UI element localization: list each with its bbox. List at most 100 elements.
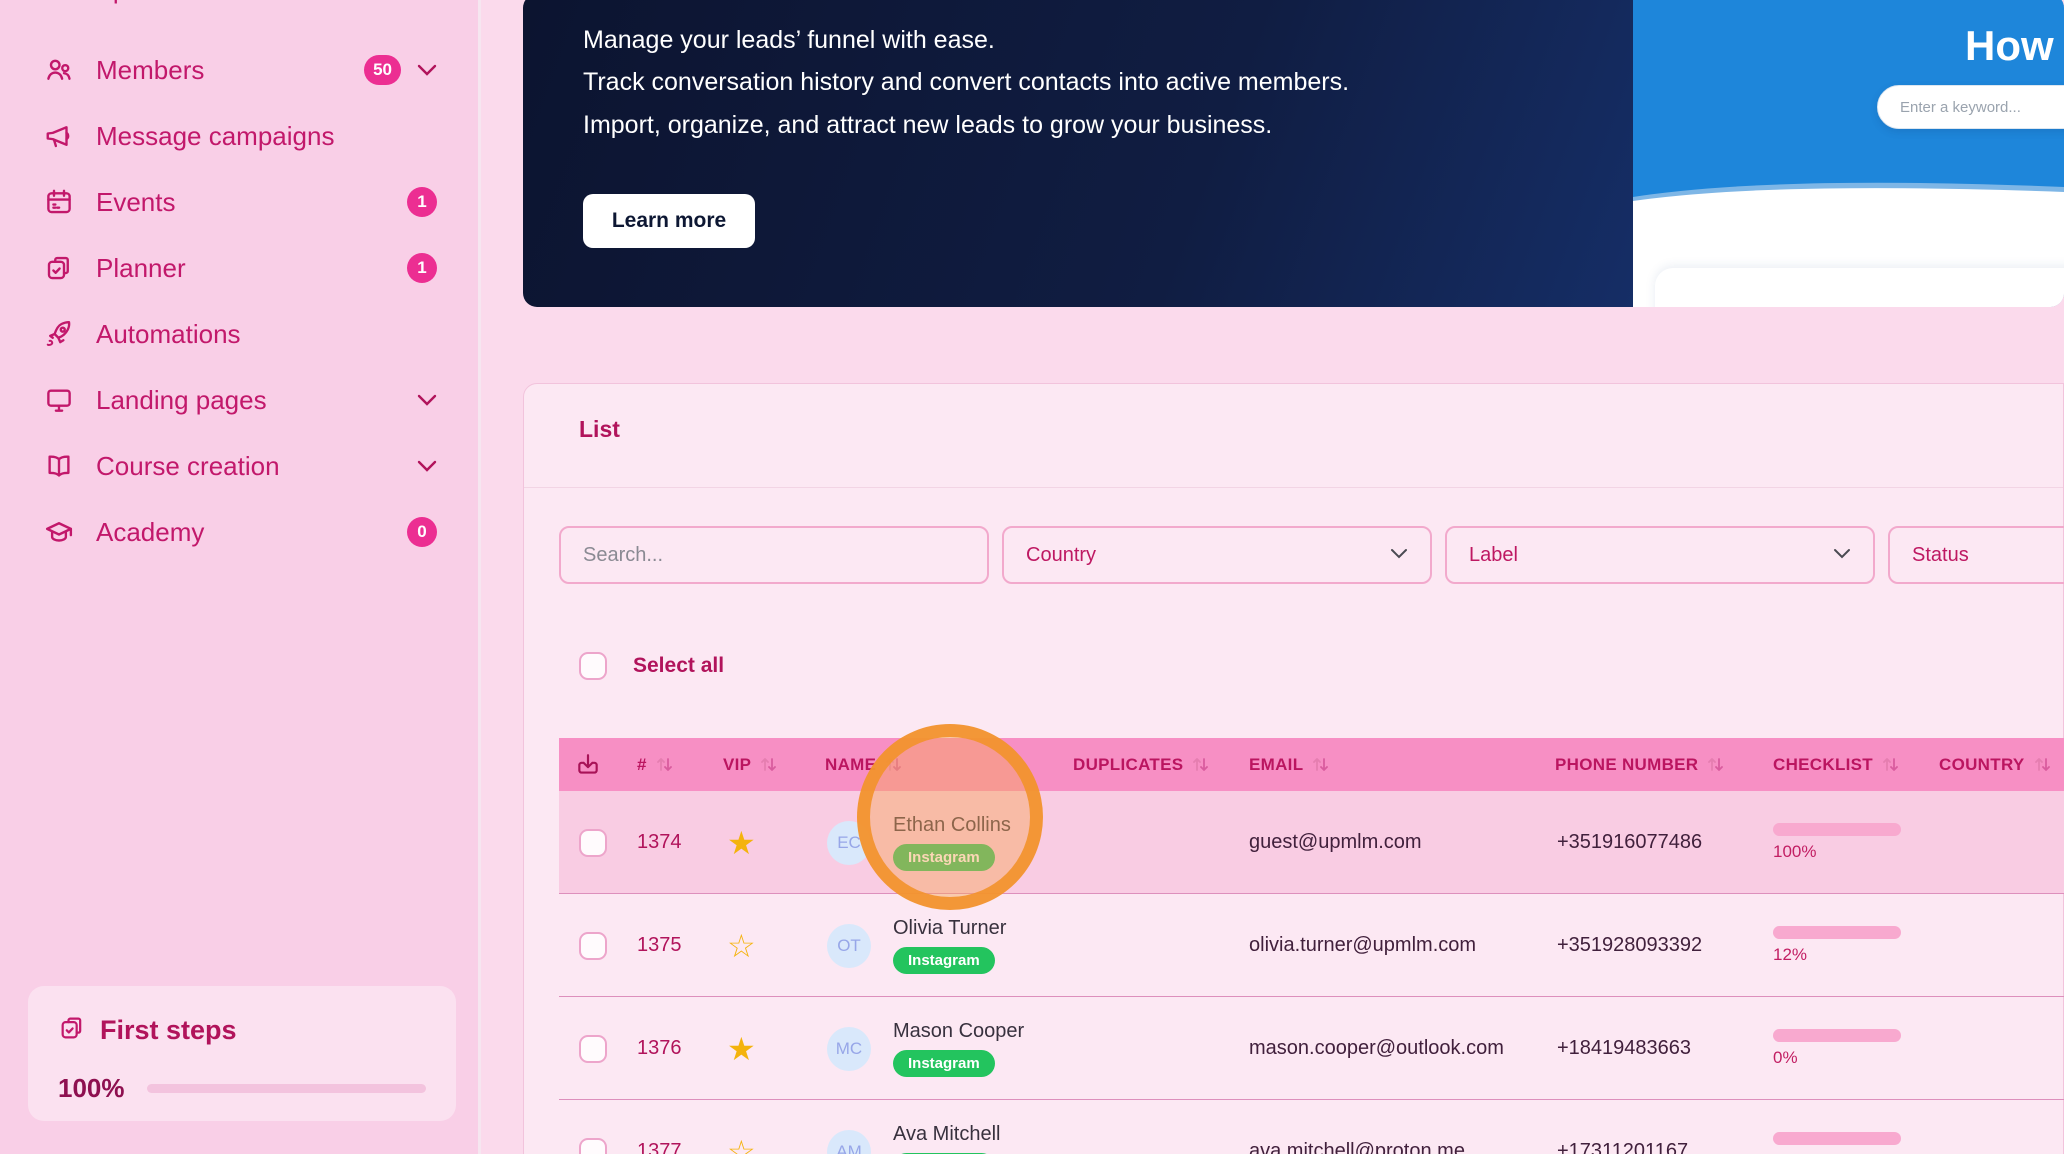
select-all-checkbox[interactable] — [579, 652, 607, 680]
select-all-row: Select all — [579, 652, 724, 680]
rocket-icon — [44, 319, 74, 349]
banner-line-2: Track conversation history and convert c… — [583, 68, 1349, 97]
channel-badge: Instagram — [893, 1050, 995, 1077]
help-center-hero: How C Enter a keyword... — [1633, 0, 2064, 205]
divider — [524, 487, 2063, 488]
table-row[interactable]: 1376 ★ MC Mason Cooper Instagram mason.c… — [559, 997, 2064, 1100]
monitor-icon — [44, 385, 74, 415]
checklist-progressbar — [1773, 926, 1901, 939]
row-id: 1377 — [637, 1140, 682, 1154]
learn-more-button[interactable]: Learn more — [583, 194, 755, 248]
sort-icon[interactable] — [760, 755, 777, 774]
sidebar-item-label: Message campaigns — [96, 121, 334, 152]
sidebar-item-label: Members — [96, 55, 204, 86]
row-checkbox[interactable] — [579, 829, 607, 857]
contact-name[interactable]: Ava Mitchell — [893, 1123, 1000, 1146]
checklist-percent: 12% — [1773, 945, 1901, 965]
row-id: 1375 — [637, 934, 682, 957]
status-filter[interactable]: Status — [1888, 526, 2064, 584]
table-row[interactable]: 1374 ★ EC Ethan Collins Instagram guest@… — [559, 791, 2064, 894]
first-steps-percent: 100% — [58, 1073, 125, 1104]
row-checkbox[interactable] — [579, 1035, 607, 1063]
planner-count-badge: 1 — [407, 253, 437, 283]
vip-star-icon[interactable]: ☆ — [727, 1136, 756, 1154]
help-keyword-search: Enter a keyword... — [1877, 85, 2064, 129]
checklist-progressbar — [1773, 1029, 1901, 1042]
sort-icon[interactable] — [656, 755, 673, 774]
wave-decoration — [1633, 167, 2064, 207]
column-header-email[interactable]: EMAIL — [1249, 738, 1329, 791]
sidebar-item-automations[interactable]: Automations — [0, 306, 481, 362]
checklist-progressbar — [1773, 823, 1901, 836]
sidebar-item-label: Landing pages — [96, 385, 267, 416]
sidebar-item-planner[interactable]: Planner 1 — [0, 240, 481, 296]
first-steps-title: First steps — [100, 1015, 237, 1046]
country-filter[interactable]: Country — [1002, 526, 1432, 584]
first-steps-card[interactable]: First steps 100% — [28, 986, 456, 1121]
chevron-down-icon[interactable] — [417, 394, 437, 406]
checklist-percent: 0% — [1773, 1048, 1901, 1068]
first-steps-icon — [58, 1014, 86, 1047]
sidebar-item-members[interactable]: Members 50 — [0, 42, 481, 98]
vip-star-icon[interactable]: ★ — [727, 1033, 756, 1065]
checklist-progressbar — [1773, 1132, 1901, 1145]
row-id: 1374 — [637, 831, 682, 854]
megaphone-icon — [44, 121, 74, 151]
row-checkbox[interactable] — [579, 932, 607, 960]
sort-icon[interactable] — [885, 755, 902, 774]
chevron-down-icon — [1390, 546, 1408, 564]
sort-icon[interactable] — [1882, 755, 1899, 774]
channel-badge: Instagram — [893, 844, 995, 871]
sort-icon[interactable] — [1312, 755, 1329, 774]
sidebar-item-import[interactable]: Import — [84, 0, 158, 5]
table-row[interactable]: 1377 ☆ AM Ava Mitchell Instagram ava.mit… — [559, 1100, 2064, 1154]
table-row[interactable]: 1375 ☆ OT Olivia Turner Instagram olivia… — [559, 894, 2064, 997]
avatar: OT — [827, 924, 871, 968]
promo-banner: Manage your leads’ funnel with ease. Tra… — [523, 0, 2064, 307]
export-icon[interactable] — [575, 738, 601, 791]
contact-name[interactable]: Olivia Turner — [893, 917, 1006, 940]
contact-email: mason.cooper@outlook.com — [1249, 1037, 1504, 1060]
label-filter[interactable]: Label — [1445, 526, 1875, 584]
column-header-name[interactable]: NAME — [825, 738, 902, 791]
sidebar-item-label: Academy — [96, 517, 204, 548]
chevron-down-icon[interactable] — [417, 460, 437, 472]
contact-name[interactable]: Mason Cooper — [893, 1020, 1024, 1043]
chevron-down-icon[interactable] — [417, 64, 437, 76]
column-header-phone[interactable]: PHONE NUMBER — [1555, 738, 1724, 791]
contact-name[interactable]: Ethan Collins — [893, 814, 1011, 837]
sidebar-item-events[interactable]: Events 1 — [0, 174, 481, 230]
vip-star-icon[interactable]: ☆ — [727, 930, 756, 962]
members-icon — [44, 55, 74, 85]
sidebar-item-message-campaigns[interactable]: Message campaigns — [0, 108, 481, 164]
sort-icon[interactable] — [1707, 755, 1724, 774]
help-center-preview: How C Enter a keyword... — [1633, 0, 2064, 307]
row-checkbox[interactable] — [579, 1138, 607, 1154]
column-header-country[interactable]: COUNTRY — [1939, 738, 2051, 791]
row-id: 1376 — [637, 1037, 682, 1060]
column-header-checklist[interactable]: CHECKLIST — [1773, 738, 1899, 791]
sidebar-item-course-creation[interactable]: Course creation — [0, 438, 481, 494]
list-title: List — [579, 416, 620, 443]
checklist-percent: 100% — [1773, 842, 1901, 862]
channel-badge: Instagram — [893, 947, 995, 974]
column-header-vip[interactable]: VIP — [723, 738, 777, 791]
avatar: EC — [827, 821, 871, 865]
select-all-label: Select all — [633, 654, 724, 678]
sidebar-item-academy[interactable]: Academy 0 — [0, 504, 481, 560]
sort-icon[interactable] — [2034, 755, 2051, 774]
first-steps-progressbar — [147, 1084, 427, 1093]
sort-icon[interactable] — [1192, 755, 1209, 774]
column-header-id[interactable]: # — [637, 738, 673, 791]
sidebar-item-landing-pages[interactable]: Landing pages — [0, 372, 481, 428]
help-keyword-placeholder: Enter a keyword... — [1900, 99, 2021, 116]
search-input[interactable] — [583, 544, 965, 567]
column-header-duplicates[interactable]: DUPLICATES — [1073, 738, 1209, 791]
table-header: # VIP NAME DUPLICATES EMAIL PHONE NUMBER… — [559, 738, 2064, 791]
banner-line-3: Import, organize, and attract new leads … — [583, 111, 1272, 140]
graduation-cap-icon — [44, 517, 74, 547]
avatar: MC — [827, 1027, 871, 1071]
sidebar-item-label: Events — [96, 187, 176, 218]
vip-star-icon[interactable]: ★ — [727, 827, 756, 859]
events-count-badge: 1 — [407, 187, 437, 217]
